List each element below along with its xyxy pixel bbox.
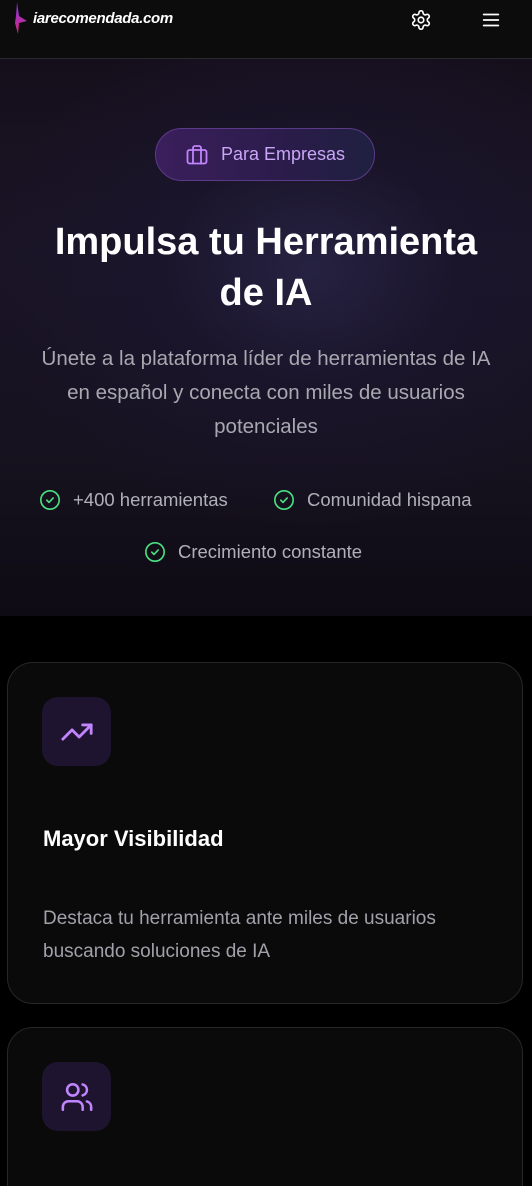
check-circle-icon bbox=[274, 490, 294, 510]
logo-text: iarecomendada.com bbox=[33, 9, 173, 27]
hero-title: Impulsa tu Herramienta de IA bbox=[0, 217, 532, 319]
users-icon bbox=[61, 1082, 92, 1111]
feature-item-community: Comunidad hispana bbox=[273, 489, 472, 511]
menu-button[interactable] bbox=[477, 6, 505, 34]
hamburger-menu-icon bbox=[482, 13, 500, 27]
top-navbar: iarecomendada.com bbox=[0, 0, 532, 59]
feature-label: +400 herramientas bbox=[73, 489, 228, 510]
badge-label: Para Empresas bbox=[220, 144, 346, 164]
hero-subtitle-line-3: potenciales bbox=[214, 415, 318, 438]
logo-mark-icon bbox=[15, 2, 27, 34]
card-title: Mayor Visibilidad bbox=[43, 826, 224, 851]
check-circle-icon bbox=[40, 490, 60, 510]
card-description-line-1: Destaca tu herramienta ante miles de usu… bbox=[43, 908, 436, 929]
card-icon-box bbox=[42, 1062, 111, 1131]
hero-subtitle-line-2: en español y conecta con miles de usuari… bbox=[67, 381, 465, 404]
hero-section: Para Empresas Impulsa tu Herramienta de … bbox=[0, 59, 532, 616]
card-description-line-2: buscando soluciones de IA bbox=[43, 941, 271, 962]
card-description: Destaca tu herramienta ante miles de usu… bbox=[43, 902, 493, 968]
trending-up-icon bbox=[60, 723, 93, 740]
settings-gear-icon bbox=[411, 10, 431, 30]
check-circle-icon bbox=[145, 542, 165, 562]
hero-title-line-2: de IA bbox=[219, 272, 313, 314]
business-badge[interactable]: Para Empresas bbox=[155, 128, 375, 181]
site-logo-link[interactable]: iarecomendada.com bbox=[14, 2, 173, 34]
card-icon-box bbox=[42, 697, 111, 766]
benefit-card-users bbox=[7, 1027, 523, 1186]
settings-button[interactable] bbox=[407, 6, 435, 34]
hero-subtitle: Únete a la plataforma líder de herramien… bbox=[6, 342, 526, 444]
page: iarecomendada.com Para Empresas Impulsa … bbox=[0, 0, 532, 1186]
feature-item-tools: +400 herramientas bbox=[39, 489, 228, 511]
hero-title-line-1: Impulsa tu Herramienta bbox=[54, 221, 478, 263]
hero-subtitle-line-1: Únete a la plataforma líder de herramien… bbox=[41, 347, 491, 370]
feature-label: Crecimiento constante bbox=[178, 541, 363, 562]
briefcase-icon bbox=[185, 143, 209, 167]
benefit-card-visibility: Mayor Visibilidad Destaca tu herramienta… bbox=[7, 662, 523, 1004]
feature-label: Comunidad hispana bbox=[307, 489, 472, 510]
feature-item-growth: Crecimiento constante bbox=[144, 541, 362, 563]
